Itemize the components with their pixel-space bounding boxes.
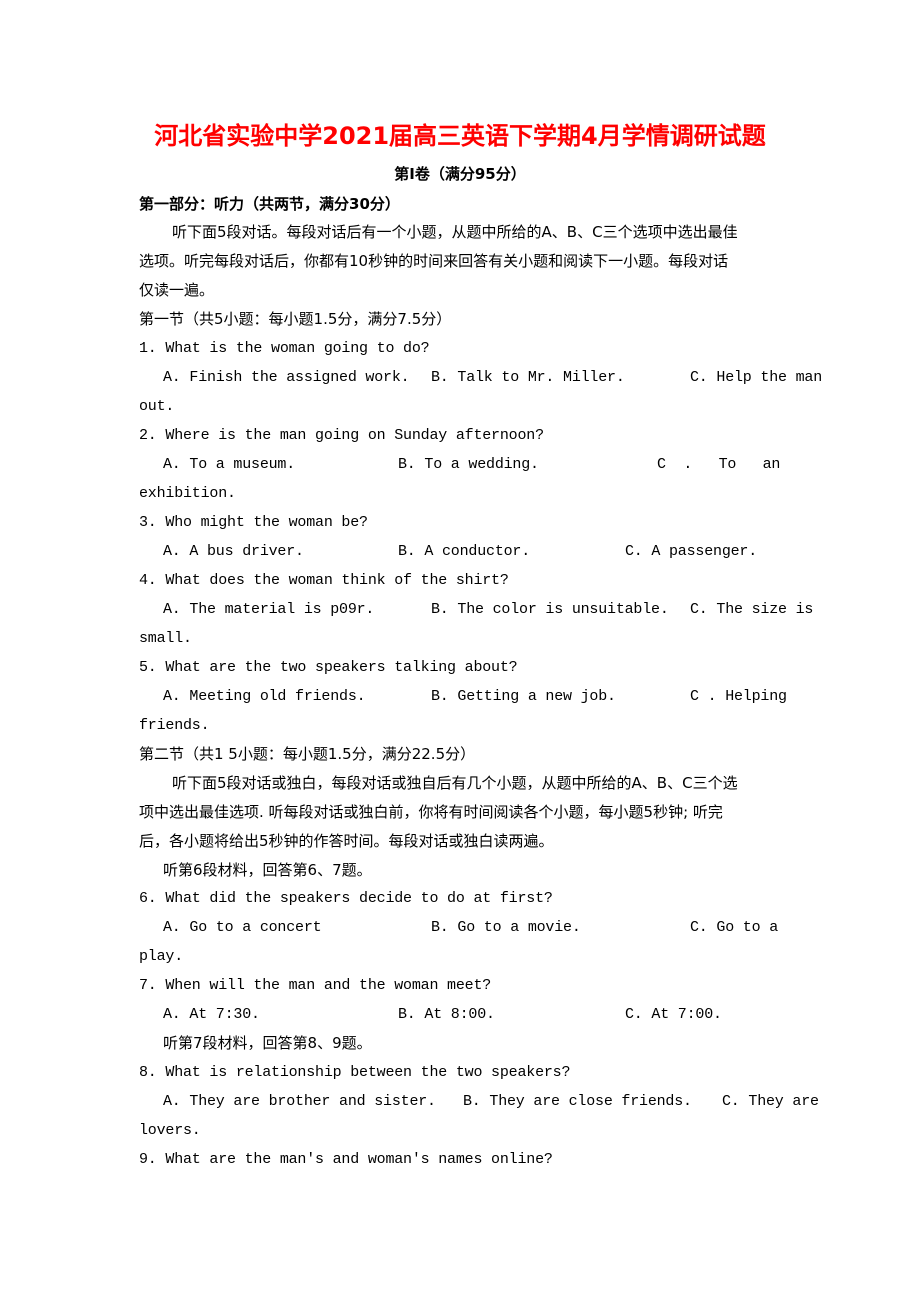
option-a: A. Meeting old friends. xyxy=(163,688,366,705)
option-c: C. The size is xyxy=(690,601,814,618)
volume-subtitle: 第Ⅰ卷（满分95分） xyxy=(394,165,526,183)
option-wrap: small. xyxy=(139,630,192,647)
option-b: B. Talk to Mr. Miller. xyxy=(431,369,625,386)
option-a: A. A bus driver. xyxy=(163,543,304,560)
section1-intro-line: 仅读一遍。 xyxy=(139,281,215,299)
section1-intro-line: 选项。听完每段对话后，你都有10秒钟的时间来回答有关小题和阅读下一小题。每段对话 xyxy=(139,252,729,270)
option-c: C . Helping xyxy=(690,688,787,705)
option-c: C. At 7:00. xyxy=(625,1006,722,1023)
section2-intro-line: 听下面5段对话或独白，每段对话或独自后有几个小题，从题中所给的A、B、C三个选 xyxy=(172,774,738,792)
material-7-note: 听第7段材料，回答第8、9题。 xyxy=(163,1034,372,1052)
section1-intro-line: 听下面5段对话。每段对话后有一个小题，从题中所给的A、B、C三个选项中选出最佳 xyxy=(172,223,738,241)
option-b: B. Go to a movie. xyxy=(431,919,581,936)
question-stem: 2. Where is the man going on Sunday afte… xyxy=(139,427,544,444)
section2-intro-line: 后，各小题将给出5秒钟的作答时间。每段对话或独白读两遍。 xyxy=(139,832,554,850)
option-a: A. Go to a concert xyxy=(163,919,322,936)
document-title: 河北省实验中学2021届高三英语下学期4月学情调研试题 xyxy=(154,122,766,150)
question-stem: 5. What are the two speakers talking abo… xyxy=(139,659,518,676)
question-stem: 7. When will the man and the woman meet? xyxy=(139,977,492,994)
option-b: B. A conductor. xyxy=(398,543,531,560)
option-a: A. Finish the assigned work. xyxy=(163,369,410,386)
option-c: C. A passenger. xyxy=(625,543,758,560)
option-b: B. The color is unsuitable. xyxy=(431,601,669,618)
question-stem: 1. What is the woman going to do? xyxy=(139,340,430,357)
question-stem: 9. What are the man's and woman's names … xyxy=(139,1151,553,1168)
option-wrap: lovers. xyxy=(139,1122,201,1139)
option-a: A. To a museum. xyxy=(163,456,296,473)
option-a: A. The material is p09r. xyxy=(163,601,375,618)
option-c: C . To an xyxy=(657,456,781,473)
option-wrap: friends. xyxy=(139,717,210,734)
question-stem: 6. What did the speakers decide to do at… xyxy=(139,890,553,907)
question-stem: 3. Who might the woman be? xyxy=(139,514,368,531)
option-wrap: exhibition. xyxy=(139,485,236,502)
option-a: A. They are brother and sister. xyxy=(163,1093,436,1110)
part1-heading: 第一部分：听力（共两节，满分30分） xyxy=(139,195,400,213)
question-stem: 4. What does the woman think of the shir… xyxy=(139,572,509,589)
section2-heading: 第二节（共1 5小题：每小题1.5分，满分22.5分） xyxy=(139,745,476,763)
option-wrap: out. xyxy=(139,398,175,415)
material-6-note: 听第6段材料，回答第6、7题。 xyxy=(163,861,372,879)
option-wrap: play. xyxy=(139,948,184,965)
option-c: C. They are xyxy=(722,1093,819,1110)
option-c: C. Help the man xyxy=(690,369,823,386)
option-a: A. At 7:30. xyxy=(163,1006,260,1023)
question-stem: 8. What is relationship between the two … xyxy=(139,1064,571,1081)
section1-heading: 第一节（共5小题：每小题1.5分，满分7.5分） xyxy=(139,310,452,328)
section2-intro-line: 项中选出最佳选项. 听每段对话或独白前，你将有时间阅读各个小题，每小题5秒钟; … xyxy=(139,803,723,821)
option-b: B. Getting a new job. xyxy=(431,688,616,705)
option-c: C. Go to a xyxy=(690,919,779,936)
option-b: B. They are close friends. xyxy=(463,1093,692,1110)
option-b: B. At 8:00. xyxy=(398,1006,495,1023)
document-page: 河北省实验中学2021届高三英语下学期4月学情调研试题 第Ⅰ卷（满分95分） 第… xyxy=(0,0,920,1302)
option-b: B. To a wedding. xyxy=(398,456,539,473)
